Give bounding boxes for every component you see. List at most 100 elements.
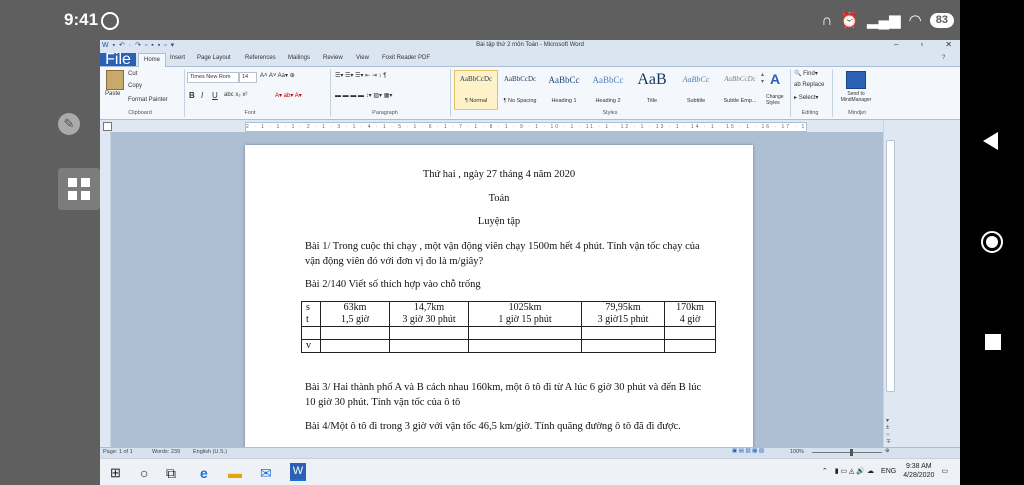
tray-chevron-icon[interactable]: ⌃ — [822, 467, 828, 475]
tab-file[interactable]: File — [100, 52, 136, 68]
view-buttons[interactable]: ▣ ▤ ▥ ▦ ▧ — [732, 448, 764, 454]
ruler-scale: 2 · 1 · 1 · 1 · 2 · 1 · 3 · 1 · 4 · 1 · … — [245, 122, 807, 132]
table-cell[interactable] — [389, 339, 469, 353]
tab-review[interactable]: Review — [323, 55, 343, 61]
minimize-icon[interactable]: – — [894, 40, 898, 49]
font-size-box[interactable]: 14 — [239, 72, 257, 83]
table-cell[interactable]: 63km 1,5 giờ — [320, 301, 390, 327]
tab-view[interactable]: View — [356, 55, 369, 61]
mail-icon[interactable]: ✉ — [260, 465, 272, 482]
replace-button[interactable]: ab Replace — [794, 82, 824, 88]
tab-insert[interactable]: Insert — [170, 55, 185, 61]
language-tray[interactable]: ENG — [881, 468, 896, 475]
table-cell[interactable]: v — [301, 339, 321, 353]
scroll-arrows-icon[interactable]: ▾ ± ○ ∓ — [886, 418, 891, 446]
tray-clock[interactable]: 9:38 AM 4/28/2020 — [903, 462, 934, 480]
quick-access-toolbar[interactable]: W ▪ ↶ · ↷ ▫ ▪ ▪ ▫ ▾ — [102, 41, 175, 49]
tab-references[interactable]: References — [245, 55, 276, 61]
bold-button[interactable]: B — [189, 91, 195, 100]
change-styles-button[interactable]: Change Styles — [766, 94, 788, 106]
page-count[interactable]: Page: 1 of 1 — [103, 449, 133, 455]
table-cell[interactable] — [468, 339, 582, 353]
tab-mailings[interactable]: Mailings — [288, 55, 310, 61]
zoom-in-icon[interactable]: ⊕ — [885, 448, 890, 454]
paste-icon[interactable] — [106, 70, 124, 90]
grid-icon[interactable] — [58, 168, 100, 210]
find-button[interactable]: 🔍 Find▾ — [794, 70, 818, 77]
mindmanager-icon[interactable] — [846, 71, 866, 89]
paste-button[interactable]: Paste — [105, 91, 120, 97]
tray-icons[interactable]: ▮ ▭ ◬ 🔊 ☁ — [835, 467, 874, 475]
file-explorer-icon[interactable]: ▬ — [228, 465, 242, 481]
zoom-level[interactable]: 100% — [790, 449, 804, 455]
sync-icon — [101, 12, 119, 30]
maximize-icon[interactable]: ▫ — [920, 40, 923, 49]
style-subtle-emphasis[interactable]: AaBbCcDc Subtle Emp... — [718, 70, 762, 110]
send-to-mindmanager-button[interactable]: Send to MindManager — [835, 91, 877, 103]
word-taskbar-icon[interactable]: W — [290, 463, 306, 481]
style-normal[interactable]: AaBbCcDc ¶ Normal — [454, 70, 498, 110]
style-heading-1[interactable]: AaBbCc Heading 1 — [542, 70, 586, 110]
help-icon[interactable]: ? — [942, 55, 945, 61]
font-effects-icons[interactable]: abc x₂ x² — [224, 92, 247, 98]
task-view-icon[interactable]: ⧉ — [166, 465, 176, 482]
alignment-buttons[interactable]: ▬ ▬ ▬ ▬ ↕▾ ▨▾ ▦▾ — [335, 92, 392, 99]
left-panel — [0, 40, 100, 485]
tab-home[interactable]: Home — [138, 53, 166, 67]
exercise-2: Bài 2/140 Viết số thích hợp vào chỗ trốn… — [305, 279, 481, 290]
tab-selector-icon[interactable] — [103, 122, 112, 131]
close-icon[interactable]: ✕ — [945, 40, 952, 49]
font-color-icons[interactable]: A▾ ab▾ A▾ — [275, 92, 302, 99]
table-cell[interactable] — [581, 339, 665, 353]
vertical-scrollbar[interactable]: ▾ ± ○ ∓ — [883, 120, 896, 452]
back-icon[interactable] — [983, 132, 998, 150]
table-cell[interactable]: st — [301, 301, 321, 327]
style-heading-2[interactable]: AaBbCc Heading 2 — [586, 70, 630, 110]
font-grow-shrink-icons[interactable]: A˄ A˅ Aa▾ ⊕ — [260, 72, 295, 79]
table-cell[interactable]: 14,7km 3 giờ 30 phút — [389, 301, 469, 327]
zoom-slider[interactable] — [812, 452, 882, 453]
notification-icon[interactable]: ▭ — [941, 467, 948, 475]
table-cell[interactable] — [581, 326, 665, 340]
table-cell[interactable] — [301, 326, 321, 340]
cut-button[interactable]: Cut — [128, 71, 137, 77]
table-cell[interactable]: 1025km 1 giờ 15 phút — [468, 301, 582, 327]
horizontal-ruler[interactable]: 2 · 1 · 1 · 1 · 2 · 1 · 3 · 1 · 4 · 1 · … — [100, 120, 960, 132]
recent-apps-icon[interactable] — [985, 334, 1001, 350]
language-indicator[interactable]: English (U.S.) — [193, 449, 227, 455]
pencil-icon[interactable]: ✎ — [58, 113, 80, 135]
format-painter-button[interactable]: Format Painter — [128, 97, 168, 103]
wifi-icon: ◠ — [908, 12, 922, 29]
vertical-ruler[interactable] — [100, 132, 111, 454]
copy-button[interactable]: Copy — [128, 83, 142, 89]
speed-table[interactable]: st 63km 1,5 giờ 14,7km 3 giờ 30 phút 1025k… — [301, 301, 716, 353]
style-title[interactable]: AaB Title — [630, 70, 674, 110]
italic-button[interactable]: I — [201, 91, 203, 100]
document-page[interactable]: Thứ hai , ngày 27 tháng 4 năm 2020 Toán … — [245, 145, 753, 452]
scrollbar-thumb[interactable] — [886, 140, 895, 392]
home-icon[interactable] — [981, 231, 1003, 253]
style-subtitle[interactable]: AaBbCc Subtitle — [674, 70, 718, 110]
underline-button[interactable]: U — [212, 91, 218, 100]
table-cell[interactable] — [664, 326, 716, 340]
search-icon[interactable]: ○ — [140, 465, 148, 481]
table-cell[interactable] — [389, 326, 469, 340]
tab-foxit[interactable]: Foxit Reader PDF — [382, 55, 430, 61]
styles-scroll-icon[interactable]: ▴ ▾ — [761, 71, 764, 85]
table-cell[interactable]: 170km 4 giờ — [664, 301, 716, 327]
table-cell[interactable]: 79,95km 3 giờ15 phút — [581, 301, 665, 327]
style-no-spacing[interactable]: AaBbCcDc ¶ No Spacing — [498, 70, 542, 110]
zoom-slider-handle[interactable] — [850, 449, 853, 456]
windows-start-icon[interactable]: ⊞ — [110, 465, 121, 481]
edge-icon[interactable]: e — [200, 465, 208, 481]
table-cell[interactable] — [468, 326, 582, 340]
select-button[interactable]: ▸ Select▾ — [794, 94, 818, 101]
table-cell[interactable] — [664, 339, 716, 353]
change-styles-icon[interactable]: A — [770, 71, 780, 87]
table-cell[interactable] — [320, 326, 390, 340]
list-buttons[interactable]: ☰▾ ☰▾ ☰▾ ⇤ ⇥ ↕ ¶ — [335, 72, 386, 79]
word-count[interactable]: Words: 239 — [152, 449, 180, 455]
tab-page-layout[interactable]: Page Layout — [197, 55, 231, 61]
table-cell[interactable] — [320, 339, 390, 353]
font-name-box[interactable]: Times New Rom — [187, 72, 239, 83]
